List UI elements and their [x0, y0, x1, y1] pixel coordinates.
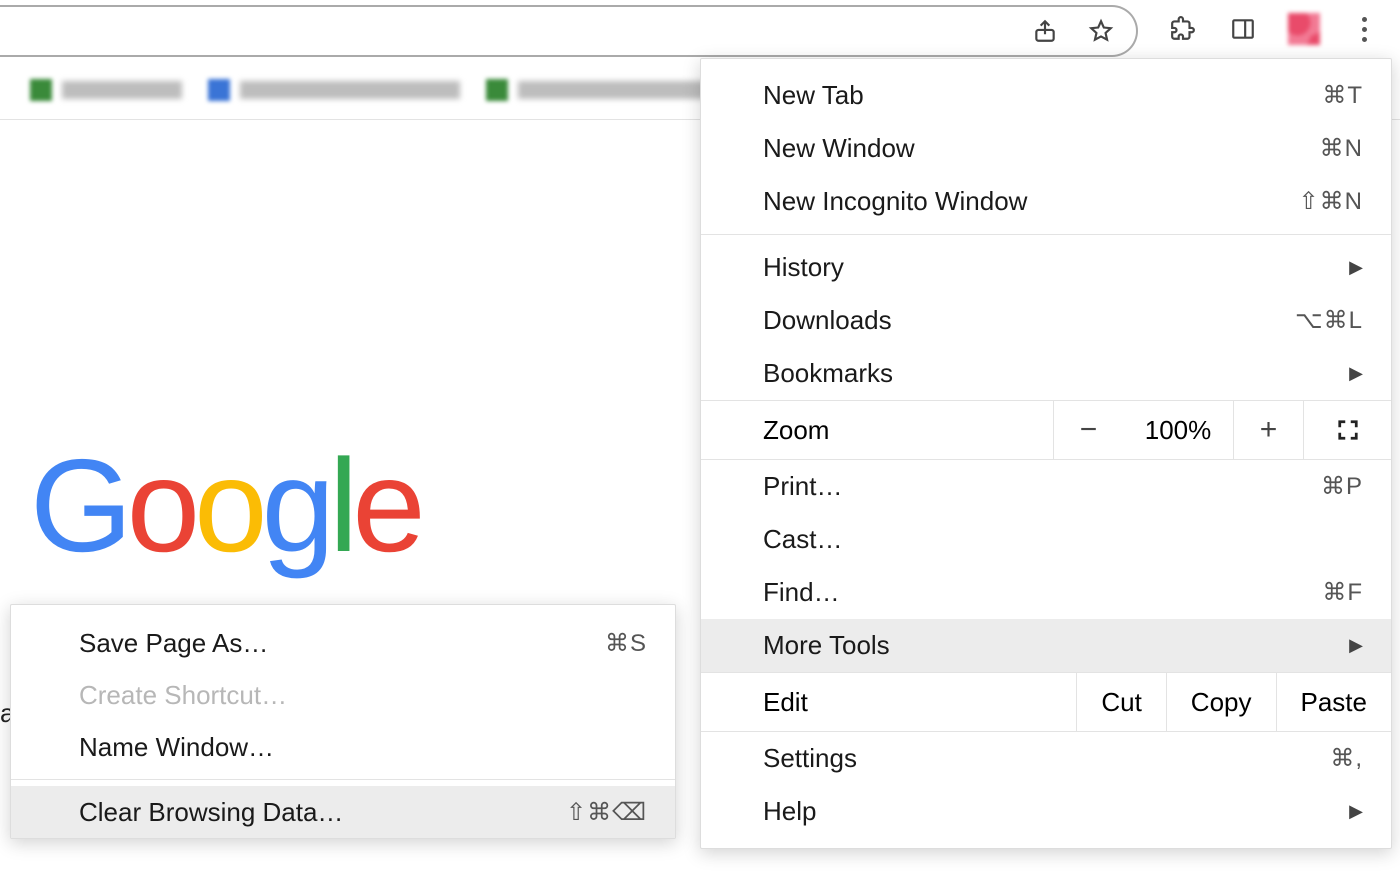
shortcut-text: ⌘P	[1321, 472, 1363, 501]
chrome-main-menu: New Tab ⌘T New Window ⌘N New Incognito W…	[700, 58, 1392, 849]
shortcut-text: ⇧⌘⌫	[566, 798, 647, 827]
bookmark-item[interactable]	[486, 79, 718, 101]
shortcut-text: ⌥⌘L	[1295, 306, 1363, 335]
zoom-value: 100%	[1123, 401, 1233, 459]
submenu-name-window[interactable]: Name Window…	[11, 721, 675, 773]
bookmark-item[interactable]	[30, 79, 182, 101]
edit-cut-button[interactable]: Cut	[1076, 673, 1165, 731]
menu-history[interactable]: History ▶	[701, 241, 1391, 294]
chevron-right-icon: ▶	[1349, 363, 1363, 384]
menu-edit-row: Edit Cut Copy Paste	[701, 672, 1391, 732]
zoom-label: Zoom	[701, 415, 1053, 446]
sidepanel-icon[interactable]	[1228, 14, 1258, 44]
menu-zoom-row: Zoom − 100% +	[701, 400, 1391, 460]
menu-find[interactable]: Find… ⌘F	[701, 566, 1391, 619]
fullscreen-button[interactable]	[1303, 401, 1391, 459]
menu-separator	[701, 234, 1391, 235]
shortcut-text: ⇧⌘N	[1299, 187, 1363, 216]
extensions-icon[interactable]	[1168, 14, 1198, 44]
shortcut-text: ⌘F	[1322, 578, 1363, 607]
submenu-clear-browsing-data[interactable]: Clear Browsing Data… ⇧⌘⌫	[11, 786, 675, 838]
star-icon[interactable]	[1086, 16, 1116, 46]
edit-copy-button[interactable]: Copy	[1166, 673, 1276, 731]
kebab-menu-button[interactable]	[1350, 17, 1378, 42]
shortcut-text: ⌘,	[1330, 744, 1363, 773]
more-tools-submenu: Save Page As… ⌘S Create Shortcut… Name W…	[10, 604, 676, 839]
menu-separator	[11, 779, 675, 780]
menu-cast[interactable]: Cast…	[701, 513, 1391, 566]
browser-toolbar	[0, 0, 1400, 58]
omnibox-right-cap	[0, 5, 1138, 57]
menu-help[interactable]: Help ▶	[701, 785, 1391, 838]
submenu-create-shortcut: Create Shortcut…	[11, 669, 675, 721]
menu-new-incognito[interactable]: New Incognito Window ⇧⌘N	[701, 175, 1391, 228]
menu-new-window[interactable]: New Window ⌘N	[701, 122, 1391, 175]
menu-print[interactable]: Print… ⌘P	[701, 460, 1391, 513]
zoom-in-button[interactable]: +	[1233, 401, 1303, 459]
menu-bookmarks[interactable]: Bookmarks ▶	[701, 347, 1391, 400]
profile-avatar[interactable]	[1288, 13, 1320, 45]
chevron-right-icon: ▶	[1349, 635, 1363, 656]
zoom-out-button[interactable]: −	[1053, 401, 1123, 459]
shortcut-text: ⌘N	[1320, 134, 1363, 163]
menu-more-tools[interactable]: More Tools ▶	[701, 619, 1391, 672]
menu-new-tab[interactable]: New Tab ⌘T	[701, 69, 1391, 122]
menu-settings[interactable]: Settings ⌘,	[701, 732, 1391, 785]
chevron-right-icon: ▶	[1349, 257, 1363, 278]
google-logo: G o o g l e	[30, 430, 420, 581]
shortcut-text: ⌘S	[605, 629, 647, 658]
chevron-right-icon: ▶	[1349, 801, 1363, 822]
edit-paste-button[interactable]: Paste	[1276, 673, 1392, 731]
submenu-save-page[interactable]: Save Page As… ⌘S	[11, 617, 675, 669]
menu-downloads[interactable]: Downloads ⌥⌘L	[701, 294, 1391, 347]
bookmark-item[interactable]	[208, 79, 460, 101]
share-icon[interactable]	[1030, 16, 1060, 46]
edit-label: Edit	[701, 687, 1076, 718]
shortcut-text: ⌘T	[1322, 81, 1363, 110]
